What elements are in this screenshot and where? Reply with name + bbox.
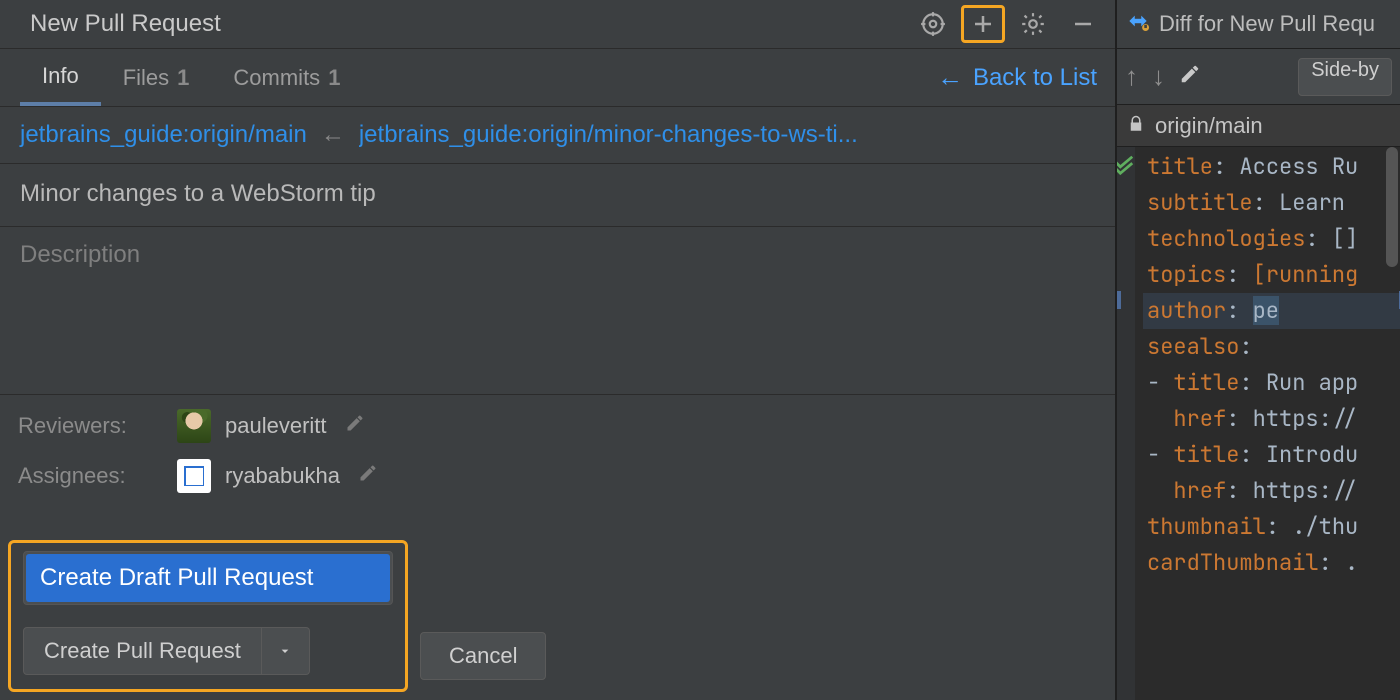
scrollbar-thumb[interactable] xyxy=(1386,147,1398,267)
pull-request-panel: New Pull Request Info Files 1 Commits xyxy=(0,0,1115,700)
pr-description-input[interactable]: Description xyxy=(0,227,1115,395)
edit-icon[interactable] xyxy=(345,413,365,439)
assignees-label: Assignees: xyxy=(18,463,163,489)
check-icon xyxy=(1117,151,1135,187)
tab-files[interactable]: Files 1 xyxy=(101,49,212,106)
avatar[interactable] xyxy=(177,459,211,493)
minimize-icon[interactable] xyxy=(1061,5,1105,43)
lock-icon xyxy=(1127,113,1145,139)
create-draft-pr-button[interactable]: Create Draft Pull Request xyxy=(26,554,390,602)
assignee-name[interactable]: ryababukha xyxy=(225,463,340,489)
create-pr-button[interactable]: Create Pull Request xyxy=(23,627,262,675)
target-icon[interactable] xyxy=(911,5,955,43)
tab-count: 1 xyxy=(177,65,189,91)
gutter xyxy=(1117,147,1135,700)
diff-icon xyxy=(1125,8,1151,40)
arrow-left-icon: ← xyxy=(321,121,345,149)
panel-title: New Pull Request xyxy=(30,10,911,38)
add-icon[interactable] xyxy=(961,5,1005,43)
prev-diff-icon[interactable]: ↑ xyxy=(1125,61,1138,92)
diff-code[interactable]: title: Access Rusubtitle: Learn technolo… xyxy=(1117,147,1400,700)
chevron-down-icon[interactable] xyxy=(262,627,310,675)
diff-branch-bar: origin/main xyxy=(1117,105,1400,147)
tab-info[interactable]: Info xyxy=(20,49,101,106)
tab-label: Info xyxy=(42,63,79,89)
reviewers-label: Reviewers: xyxy=(18,413,163,439)
change-marker xyxy=(1117,291,1121,309)
avatar[interactable] xyxy=(177,409,211,443)
tab-label: Commits xyxy=(233,65,320,91)
diff-mode-button[interactable]: Side-by xyxy=(1298,58,1392,96)
people-block: Reviewers: pauleveritt Assignees: ryabab… xyxy=(0,395,1115,493)
diff-panel: Diff for New Pull Requ ↑ ↓ Side-by origi… xyxy=(1115,0,1400,700)
diff-header: Diff for New Pull Requ xyxy=(1117,0,1400,49)
edit-icon[interactable] xyxy=(358,463,378,489)
arrow-left-icon: ← xyxy=(937,62,963,93)
draft-dropdown-popup: Create Draft Pull Request xyxy=(23,551,393,605)
back-label: Back to List xyxy=(973,64,1097,92)
diff-branch-label[interactable]: origin/main xyxy=(1155,113,1263,139)
diff-title: Diff for New Pull Requ xyxy=(1159,11,1375,37)
tab-commits[interactable]: Commits 1 xyxy=(211,49,362,106)
tab-label: Files xyxy=(123,65,169,91)
tab-count: 1 xyxy=(328,65,340,91)
pr-header: New Pull Request xyxy=(0,0,1115,49)
diff-toolbar: ↑ ↓ Side-by xyxy=(1117,49,1400,105)
cancel-button[interactable]: Cancel xyxy=(420,632,546,680)
source-branch[interactable]: jetbrains_guide:origin/minor-changes-to-… xyxy=(359,121,858,149)
assignees-row: Assignees: ryababukha xyxy=(18,459,1097,493)
create-pr-controls-highlight: Create Draft Pull Request Create Pull Re… xyxy=(8,540,408,692)
target-branch[interactable]: jetbrains_guide:origin/main xyxy=(20,121,307,149)
gear-icon[interactable] xyxy=(1011,5,1055,43)
pr-tabs: Info Files 1 Commits 1 ← Back to List xyxy=(0,49,1115,107)
reviewers-row: Reviewers: pauleveritt xyxy=(18,409,1097,443)
branch-selection: jetbrains_guide:origin/main ← jetbrains_… xyxy=(0,107,1115,164)
next-diff-icon[interactable]: ↓ xyxy=(1152,61,1165,92)
back-to-list-link[interactable]: ← Back to List xyxy=(937,62,1097,93)
reviewer-name[interactable]: pauleveritt xyxy=(225,413,327,439)
pr-title-input[interactable]: Minor changes to a WebStorm tip xyxy=(0,164,1115,227)
edit-icon[interactable] xyxy=(1179,63,1201,91)
